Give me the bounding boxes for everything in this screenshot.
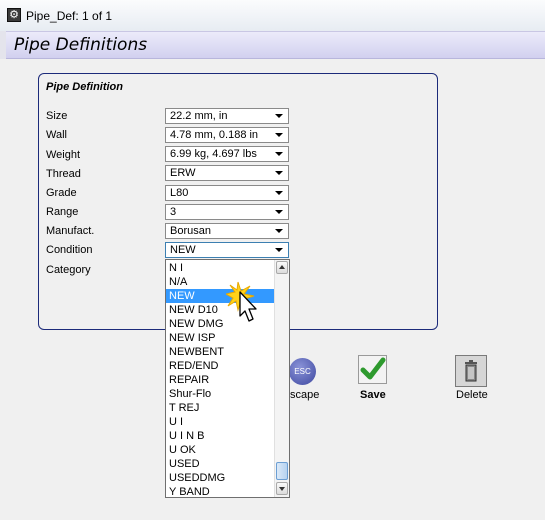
mouse-pointer-icon xyxy=(226,281,257,322)
size-value: 22.2 mm, in xyxy=(170,110,228,122)
wall-label: Wall xyxy=(46,129,67,141)
chevron-down-icon xyxy=(279,487,285,491)
weight-value: 6.99 kg, 4.697 lbs xyxy=(170,148,257,160)
dropdown-option[interactable]: USEDDMG xyxy=(166,471,274,485)
grade-select[interactable]: L80 xyxy=(165,185,289,201)
size-label: Size xyxy=(46,110,68,122)
page-header: Pipe Definitions xyxy=(6,31,545,59)
chevron-up-icon xyxy=(279,265,285,269)
wall-value: 4.78 mm, 0.188 in xyxy=(170,129,259,141)
dropdown-option[interactable]: U I N B xyxy=(166,429,274,443)
dropdown-option[interactable]: Y BAND xyxy=(166,485,274,497)
app-icon[interactable]: ⚙ xyxy=(7,8,21,22)
page-title: Pipe Definitions xyxy=(14,35,148,55)
size-select[interactable]: 22.2 mm, in xyxy=(165,108,289,124)
dropdown-option[interactable]: N I xyxy=(166,261,274,275)
dropdown-option[interactable]: U OK xyxy=(166,443,274,457)
weight-label: Weight xyxy=(46,149,81,161)
thread-select[interactable]: ERW xyxy=(165,165,289,181)
dropdown-option[interactable]: USED xyxy=(166,457,274,471)
condition-value: NEW xyxy=(170,244,196,256)
dropdown-option[interactable]: REPAIR xyxy=(166,373,274,387)
scroll-up-button[interactable] xyxy=(276,261,288,274)
chevron-down-icon xyxy=(275,191,283,195)
range-label: Range xyxy=(46,206,79,218)
chevron-down-icon xyxy=(275,133,283,137)
dropdown-option[interactable]: RED/END xyxy=(166,359,274,373)
dropdown-option[interactable]: U I xyxy=(166,415,274,429)
condition-label: Condition xyxy=(46,244,93,256)
scroll-thumb[interactable] xyxy=(276,462,288,480)
dropdown-option[interactable]: Shur-Flo xyxy=(166,387,274,401)
thread-label: Thread xyxy=(46,168,81,180)
escape-icon[interactable]: ESC xyxy=(289,358,316,385)
trash-icon xyxy=(465,360,477,382)
wall-select[interactable]: 4.78 mm, 0.188 in xyxy=(165,127,289,143)
delete-label[interactable]: Delete xyxy=(456,389,488,401)
escape-label[interactable]: scape xyxy=(290,389,319,401)
chevron-down-icon xyxy=(275,248,283,252)
condition-select[interactable]: NEW xyxy=(165,242,289,258)
chevron-down-icon xyxy=(275,210,283,214)
dropdown-option[interactable]: NEW ISP xyxy=(166,331,274,345)
range-select[interactable]: 3 xyxy=(165,204,289,220)
chevron-down-icon xyxy=(275,114,283,118)
checkmark-icon xyxy=(360,357,386,380)
scroll-down-button[interactable] xyxy=(276,482,288,495)
chevron-down-icon xyxy=(275,229,283,233)
window-titlebar[interactable]: ⚙ Pipe_Def: 1 of 1 xyxy=(0,0,545,31)
save-button[interactable] xyxy=(358,355,387,384)
range-value: 3 xyxy=(170,206,177,218)
thread-value: ERW xyxy=(170,167,196,179)
manufact-label: Manufact. xyxy=(46,225,95,237)
grade-value: L80 xyxy=(170,187,189,199)
chevron-down-icon xyxy=(275,152,283,156)
dropdown-scrollbar[interactable] xyxy=(274,260,289,497)
manufact-value: Borusan xyxy=(170,225,211,237)
window-title: Pipe_Def: 1 of 1 xyxy=(26,9,113,23)
category-label: Category xyxy=(46,264,91,276)
save-label[interactable]: Save xyxy=(360,389,386,401)
grade-label: Grade xyxy=(46,187,77,199)
manufact-select[interactable]: Borusan xyxy=(165,223,289,239)
group-title: Pipe Definition xyxy=(46,81,123,93)
dropdown-option[interactable]: T REJ xyxy=(166,401,274,415)
delete-button[interactable] xyxy=(455,355,487,387)
chevron-down-icon xyxy=(275,171,283,175)
dropdown-option[interactable]: NEWBENT xyxy=(166,345,274,359)
weight-select[interactable]: 6.99 kg, 4.697 lbs xyxy=(165,146,289,162)
